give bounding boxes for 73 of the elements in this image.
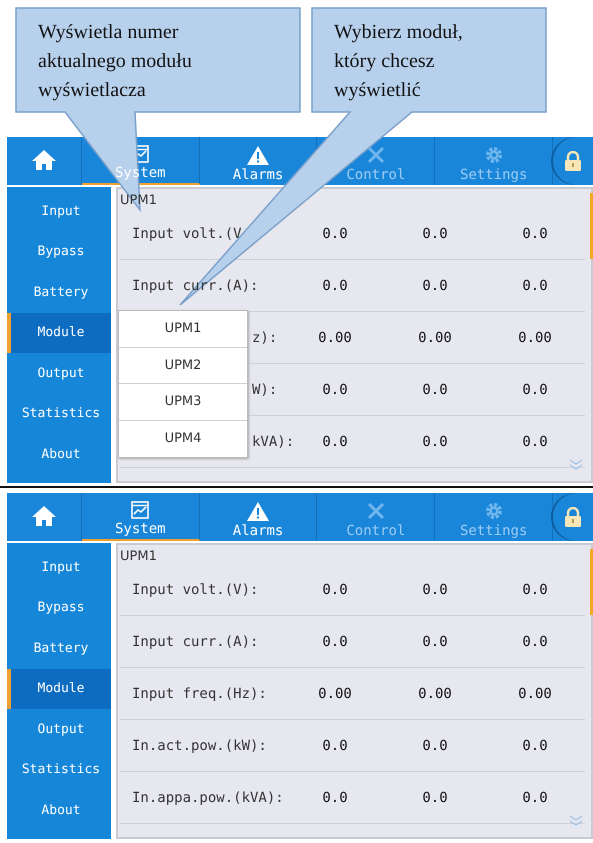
home-icon	[30, 149, 57, 171]
sidebar-item[interactable]: Battery	[7, 628, 111, 668]
sidebar-item[interactable]: About	[7, 790, 111, 830]
row-label: W):	[252, 382, 278, 398]
scroll-indicator	[590, 193, 593, 259]
sidebar-item[interactable]: Battery	[7, 272, 111, 312]
row-label: Input curr.(A):	[131, 634, 260, 650]
value-text: 0.0	[521, 226, 549, 242]
value-text: 0.0	[421, 738, 449, 754]
chart-window-icon	[131, 501, 150, 519]
value-text: 0.0	[321, 738, 349, 754]
value-text: 0.0	[421, 434, 449, 450]
dropdown-item[interactable]: UPM4	[119, 420, 247, 457]
row-label: z):	[252, 330, 278, 346]
value-text: 0.0	[321, 278, 349, 294]
value-text: 0.0	[521, 634, 549, 650]
row-label: In.appa.pow.(kVA):	[131, 790, 285, 806]
row-label: In.act.pow.(kW):	[131, 738, 268, 754]
value-text: 0.0	[421, 226, 449, 242]
value-text: 0.00	[517, 330, 553, 346]
home-icon	[30, 505, 57, 527]
sidebar-item[interactable]: Statistics	[7, 750, 111, 790]
value-text: 0.00	[517, 686, 553, 702]
scroll-down-icon	[569, 815, 583, 827]
warning-icon	[247, 146, 270, 165]
callout-text: Wyświetla numer aktualnego modułu wyświetlacza	[38, 20, 193, 103]
dropdown-item[interactable]: UPM3	[119, 384, 247, 420]
value-text: 0.00	[317, 686, 353, 702]
sidebar-item[interactable]: Output	[7, 709, 111, 750]
gear-icon	[484, 145, 504, 165]
value-text: 0.0	[521, 790, 549, 806]
lock-icon	[564, 151, 582, 171]
value-text: 0.0	[421, 382, 449, 398]
module-title: UPM1	[120, 549, 158, 564]
row-label: Input volt.(V	[131, 226, 243, 242]
value-text: 0.0	[321, 226, 349, 242]
warning-icon	[247, 502, 270, 521]
value-text: 0.0	[421, 278, 449, 294]
value-text: 0.0	[321, 634, 349, 650]
value-text: 0.0	[321, 790, 349, 806]
value-text: 0.0	[421, 582, 449, 598]
row-label: Input freq.(Hz):	[131, 686, 268, 702]
value-text: 0.00	[317, 330, 353, 346]
gear-icon	[484, 501, 504, 521]
sidebar-item[interactable]: Input	[7, 547, 111, 588]
value-text: 0.0	[421, 790, 449, 806]
sidebar-item[interactable]: Bypass	[7, 232, 111, 272]
scroll-indicator	[590, 549, 593, 615]
callout-text: Wybierz moduł, który chcesz wyświetlić	[334, 20, 464, 103]
value-text: 0.0	[321, 582, 349, 598]
sidebar-item[interactable]: About	[7, 434, 111, 474]
row-label: kVA):	[252, 434, 294, 450]
sidebar-item[interactable]: Output	[7, 353, 111, 394]
value-text: 0.0	[521, 278, 549, 294]
dropdown-item[interactable]: UPM2	[119, 348, 247, 384]
value-text: 0.0	[521, 738, 549, 754]
value-text: 0.0	[521, 434, 549, 450]
nav-tab[interactable]: System	[82, 493, 200, 541]
sidebar-item[interactable]: Bypass	[7, 588, 111, 628]
sidebar-item[interactable]: Input	[7, 191, 111, 232]
dropdown-item[interactable]: UPM1	[119, 311, 247, 348]
value-text: 0.0	[421, 634, 449, 650]
sidebar-item[interactable]: Module	[7, 312, 111, 353]
sidebar-item[interactable]: Statistics	[7, 394, 111, 434]
scroll-down-icon	[569, 459, 583, 471]
sidebar-item[interactable]: Module	[7, 668, 111, 709]
value-text: 0.00	[417, 330, 453, 346]
value-text: 0.00	[417, 686, 453, 702]
lock-icon	[564, 507, 582, 527]
value-text: 0.0	[521, 582, 549, 598]
row-label: Input volt.(V):	[131, 582, 260, 598]
value-text: 0.0	[321, 382, 349, 398]
value-text: 0.0	[521, 382, 549, 398]
